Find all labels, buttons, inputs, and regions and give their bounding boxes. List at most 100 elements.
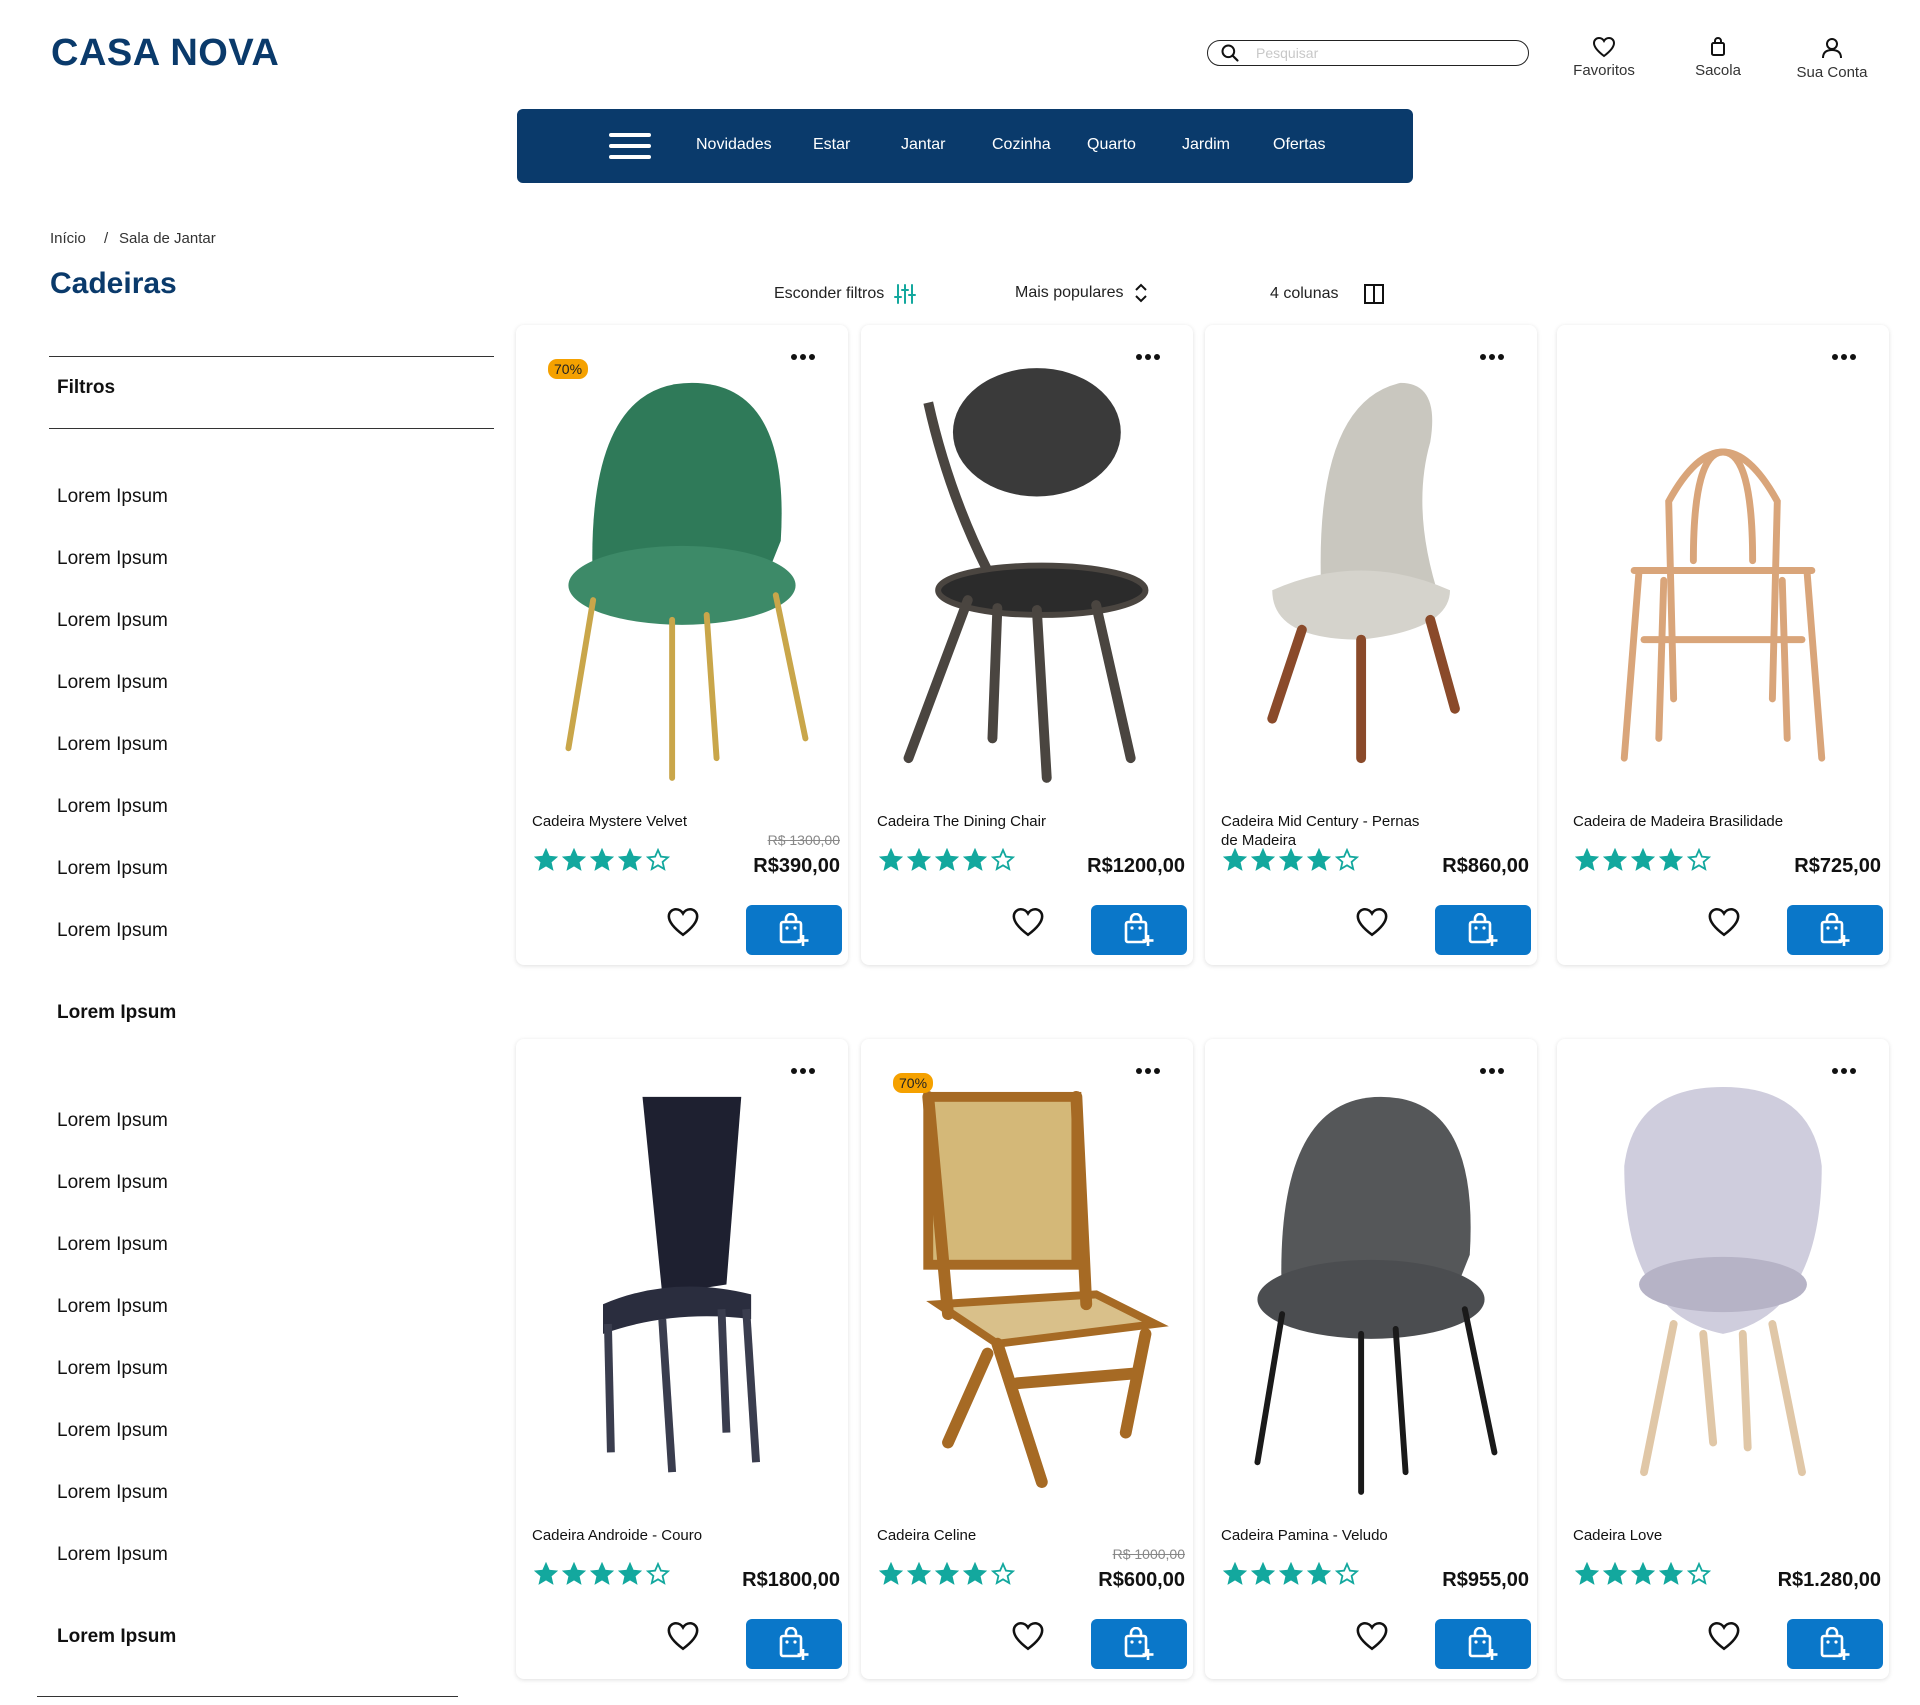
menu-icon[interactable] xyxy=(609,133,651,159)
add-to-cart-button[interactable] xyxy=(1435,905,1531,955)
nav-item-cozinha[interactable]: Cozinha xyxy=(992,136,1051,154)
filter-option[interactable]: Lorem Ipsum xyxy=(57,920,168,942)
filter-option[interactable]: Lorem Ipsum xyxy=(57,858,168,880)
product-card[interactable]: 70% Cadeira Mystere Velvet R$ 1300,00 R$… xyxy=(516,325,848,965)
product-name[interactable]: Cadeira Mystere Velvet xyxy=(532,812,747,831)
add-to-cart-button[interactable] xyxy=(746,905,842,955)
product-card[interactable]: Cadeira Love R$1.280,00 xyxy=(1557,1039,1889,1679)
star-filled-icon xyxy=(1251,1562,1275,1585)
add-to-cart-button[interactable] xyxy=(1091,905,1187,955)
sort-dropdown[interactable]: Mais populares xyxy=(1015,283,1148,303)
add-to-cart-button[interactable] xyxy=(746,1619,842,1669)
star-filled-icon xyxy=(1603,1562,1627,1585)
product-name[interactable]: Cadeira Mid Century - Pernas de Madeira xyxy=(1221,812,1436,850)
product-name[interactable]: Cadeira Androide - Couro xyxy=(532,1526,747,1545)
nav-item-jardim[interactable]: Jardim xyxy=(1182,136,1230,154)
search-input[interactable] xyxy=(1254,44,1518,62)
product-card[interactable]: Cadeira Mid Century - Pernas de Madeira … xyxy=(1205,325,1537,965)
filter-option[interactable]: Lorem Ipsum xyxy=(57,672,168,694)
product-image[interactable] xyxy=(1213,343,1529,798)
filter-option[interactable]: Lorem Ipsum xyxy=(57,734,168,756)
product-image[interactable] xyxy=(1565,343,1881,798)
product-image[interactable] xyxy=(869,343,1185,798)
nav-item-ofertas[interactable]: Ofertas xyxy=(1273,136,1325,154)
columns-selector[interactable]: 4 colunas xyxy=(1270,283,1385,305)
product-name[interactable]: Cadeira Celine xyxy=(877,1526,1092,1545)
filter-option[interactable]: Lorem Ipsum xyxy=(57,610,168,632)
logo[interactable]: CASA NOVA xyxy=(51,32,279,75)
more-options-icon[interactable] xyxy=(1135,1067,1161,1075)
heart-icon[interactable] xyxy=(1011,905,1045,939)
filter-option[interactable]: Lorem Ipsum xyxy=(57,1296,168,1318)
filter-option[interactable]: Lorem Ipsum xyxy=(57,1172,168,1194)
nav-item-jantar[interactable]: Jantar xyxy=(901,136,945,154)
star-filled-icon xyxy=(1659,848,1683,871)
filters-heading[interactable]: Filtros xyxy=(57,377,115,399)
more-options-icon[interactable] xyxy=(790,353,816,361)
add-to-cart-button[interactable] xyxy=(1435,1619,1531,1669)
favorites-button[interactable]: Favoritos xyxy=(1559,36,1649,79)
filter-option[interactable]: Lorem Ipsum xyxy=(57,548,168,570)
more-options-icon[interactable] xyxy=(1135,353,1161,361)
filter-option[interactable]: Lorem Ipsum xyxy=(57,1358,168,1380)
heart-icon xyxy=(1592,36,1616,58)
product-name[interactable]: Cadeira The Dining Chair xyxy=(877,812,1092,831)
product-card[interactable]: 70% Cadeira Celine R$ 1000,00 R$600,00 xyxy=(861,1039,1193,1679)
account-button[interactable]: Sua Conta xyxy=(1787,36,1877,81)
filter-option[interactable]: Lorem Ipsum xyxy=(57,796,168,818)
heart-icon[interactable] xyxy=(666,905,700,939)
breadcrumb-current[interactable]: Sala de Jantar xyxy=(119,230,216,247)
heart-icon[interactable] xyxy=(666,1619,700,1653)
add-to-cart-button[interactable] xyxy=(1787,905,1883,955)
heart-icon[interactable] xyxy=(1707,1619,1741,1653)
filter-option[interactable]: Lorem Ipsum xyxy=(57,1544,168,1566)
filter-option[interactable]: Lorem Ipsum xyxy=(57,1110,168,1132)
product-name[interactable]: Cadeira Love xyxy=(1573,1526,1788,1545)
star-filled-icon xyxy=(1307,848,1331,871)
heart-icon[interactable] xyxy=(1707,905,1741,939)
product-image[interactable] xyxy=(869,1057,1185,1512)
hide-filters-label: Esconder filtros xyxy=(774,285,885,302)
product-name[interactable]: Cadeira Pamina - Veludo xyxy=(1221,1526,1436,1545)
nav-item-novidades[interactable]: Novidades xyxy=(696,136,772,154)
product-card[interactable]: Cadeira de Madeira Brasilidade R$725,00 xyxy=(1557,325,1889,965)
filter-group-heading[interactable]: Lorem Ipsum xyxy=(57,1626,176,1648)
more-options-icon[interactable] xyxy=(1831,353,1857,361)
heart-icon[interactable] xyxy=(1355,1619,1389,1653)
product-card[interactable]: Cadeira Androide - Couro R$1800,00 xyxy=(516,1039,848,1679)
product-card[interactable]: Cadeira Pamina - Veludo R$955,00 xyxy=(1205,1039,1537,1679)
nav-item-estar[interactable]: Estar xyxy=(813,136,850,154)
product-name[interactable]: Cadeira de Madeira Brasilidade xyxy=(1573,812,1788,831)
star-filled-icon xyxy=(590,1562,614,1585)
filter-option[interactable]: Lorem Ipsum xyxy=(57,1482,168,1504)
nav-item-quarto[interactable]: Quarto xyxy=(1087,136,1136,154)
add-to-cart-button[interactable] xyxy=(1787,1619,1883,1669)
hide-filters-button[interactable]: Esconder filtros xyxy=(774,283,917,305)
more-options-icon[interactable] xyxy=(790,1067,816,1075)
filter-group-heading[interactable]: Lorem Ipsum xyxy=(57,1002,176,1024)
product-image[interactable] xyxy=(1213,1057,1529,1512)
rating-stars xyxy=(534,1562,670,1586)
more-options-icon[interactable] xyxy=(1479,353,1505,361)
add-to-cart-button[interactable] xyxy=(1091,1619,1187,1669)
bag-button[interactable]: Sacola xyxy=(1673,36,1763,79)
bag-plus-icon xyxy=(1468,1627,1498,1660)
product-price: R$1.280,00 xyxy=(1777,1569,1881,1591)
heart-icon[interactable] xyxy=(1355,905,1389,939)
product-image[interactable] xyxy=(524,343,840,798)
filter-option[interactable]: Lorem Ipsum xyxy=(57,486,168,508)
more-options-icon[interactable] xyxy=(1831,1067,1857,1075)
more-options-icon[interactable] xyxy=(1479,1067,1505,1075)
search-bar[interactable] xyxy=(1207,40,1529,66)
breadcrumb-home[interactable]: Início xyxy=(50,230,86,247)
product-image[interactable] xyxy=(524,1057,840,1512)
bag-plus-icon xyxy=(1124,913,1154,946)
product-card[interactable]: Cadeira The Dining Chair R$1200,00 xyxy=(861,325,1193,965)
star-empty-icon xyxy=(1687,848,1711,871)
heart-icon[interactable] xyxy=(1011,1619,1045,1653)
product-image[interactable] xyxy=(1565,1057,1881,1512)
filter-option[interactable]: Lorem Ipsum xyxy=(57,1420,168,1442)
product-price: R$725,00 xyxy=(1794,855,1881,877)
star-filled-icon xyxy=(1279,1562,1303,1585)
filter-option[interactable]: Lorem Ipsum xyxy=(57,1234,168,1256)
